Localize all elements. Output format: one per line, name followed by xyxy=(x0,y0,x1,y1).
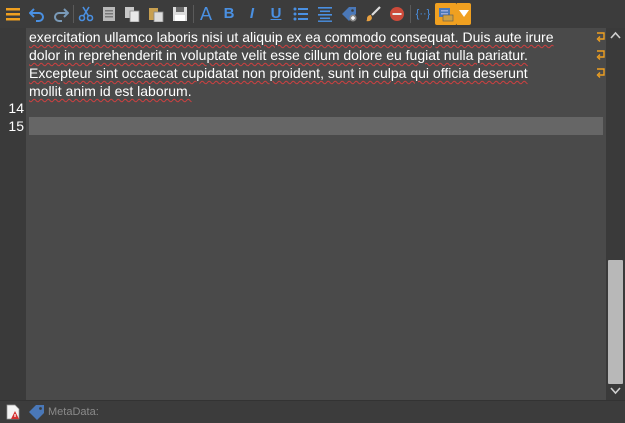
underline-button[interactable]: U xyxy=(265,3,287,25)
document-warning-icon[interactable] xyxy=(6,404,20,420)
underline-icon: U xyxy=(270,5,282,22)
remove-button[interactable] xyxy=(386,3,408,25)
toolbar-separator xyxy=(73,5,74,23)
redo-icon xyxy=(54,8,69,22)
current-line-highlight[interactable] xyxy=(29,117,603,135)
paste-icon xyxy=(125,7,140,22)
tag-add-icon xyxy=(342,7,357,22)
undo-icon xyxy=(29,8,44,22)
scrollbar-thumb[interactable] xyxy=(608,260,623,384)
word-wrap-icon xyxy=(596,31,606,43)
undo-button[interactable] xyxy=(26,3,48,25)
chevron-down-icon xyxy=(459,10,469,17)
status-bar: MetaData: xyxy=(0,400,625,423)
editor-text-line[interactable]: mollit anim id est laborum. xyxy=(29,82,192,100)
line-number: 14 xyxy=(8,100,24,116)
hamburger-menu-icon xyxy=(6,8,20,21)
align-center-button[interactable] xyxy=(314,3,336,25)
cut-button[interactable] xyxy=(75,3,97,25)
format-painter-button[interactable] xyxy=(362,3,384,25)
bold-icon: B xyxy=(223,5,235,22)
text-editor[interactable]: exercitation ullamco laboris nisi ut ali… xyxy=(26,28,606,400)
metadata-label: MetaData: xyxy=(48,406,99,418)
preview-options-button[interactable] xyxy=(457,3,471,25)
font-button[interactable]: A xyxy=(195,3,217,25)
bulleted-list-icon xyxy=(293,7,308,21)
editor-window: A B I U {··} 14 15 exercitation ullamco … xyxy=(0,0,625,423)
tag-icon[interactable] xyxy=(28,404,46,420)
code-button[interactable]: {··} xyxy=(412,3,434,25)
italic-button[interactable]: I xyxy=(241,3,263,25)
editor-text-line[interactable]: exercitation ullamco laboris nisi ut ali… xyxy=(29,28,554,46)
line-number-gutter: 14 15 xyxy=(0,28,26,400)
copy-button[interactable] xyxy=(98,3,120,25)
bulleted-list-button[interactable] xyxy=(290,3,312,25)
save-button[interactable] xyxy=(169,3,191,25)
remove-circle-icon xyxy=(390,7,404,21)
editor-text-line[interactable]: Excepteur sint occaecat cupidatat non pr… xyxy=(29,64,528,82)
menu-button[interactable] xyxy=(2,3,24,25)
scissors-icon xyxy=(78,6,94,22)
redo-button[interactable] xyxy=(50,3,72,25)
align-center-icon xyxy=(318,7,332,22)
scroll-up-arrow-icon[interactable] xyxy=(610,31,621,40)
toolbar-separator xyxy=(410,5,411,23)
save-icon xyxy=(173,7,187,21)
word-wrap-icon xyxy=(596,67,606,79)
paste-special-button[interactable] xyxy=(145,3,167,25)
font-icon: A xyxy=(199,4,212,24)
insert-tag-button[interactable] xyxy=(338,3,360,25)
line-number: 15 xyxy=(8,118,24,134)
vertical-scrollbar[interactable] xyxy=(606,28,625,400)
paintbrush-icon xyxy=(366,6,381,22)
word-wrap-icon xyxy=(596,49,606,61)
paste-button[interactable] xyxy=(121,3,143,25)
editor-text-line[interactable]: dolor in reprehenderit in voluptate veli… xyxy=(29,46,528,64)
italic-icon: I xyxy=(249,5,255,22)
toolbar: A B I U {··} xyxy=(0,0,625,28)
preview-button[interactable] xyxy=(435,3,457,25)
scroll-down-arrow-icon[interactable] xyxy=(610,386,621,395)
copy-icon xyxy=(103,7,115,21)
preview-toggle-icon xyxy=(439,8,454,22)
braces-icon: {··} xyxy=(415,8,431,20)
paste-special-icon xyxy=(149,8,164,22)
toolbar-separator xyxy=(193,5,194,23)
bold-button[interactable]: B xyxy=(218,3,240,25)
